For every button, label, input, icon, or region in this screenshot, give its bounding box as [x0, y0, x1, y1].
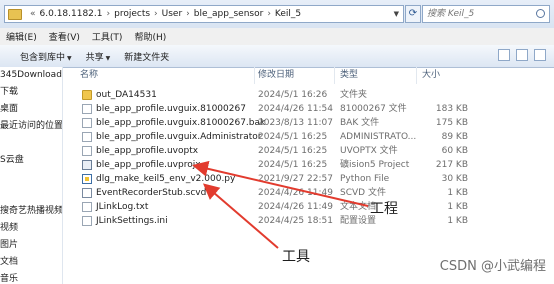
- tool-arrow: [202, 183, 279, 249]
- annotation-arrows: [192, 160, 369, 249]
- watermark: CSDN @小武编程: [439, 259, 546, 274]
- annotation-tool-label: 工具: [282, 249, 310, 265]
- annotation-project-label: 工程: [370, 201, 398, 217]
